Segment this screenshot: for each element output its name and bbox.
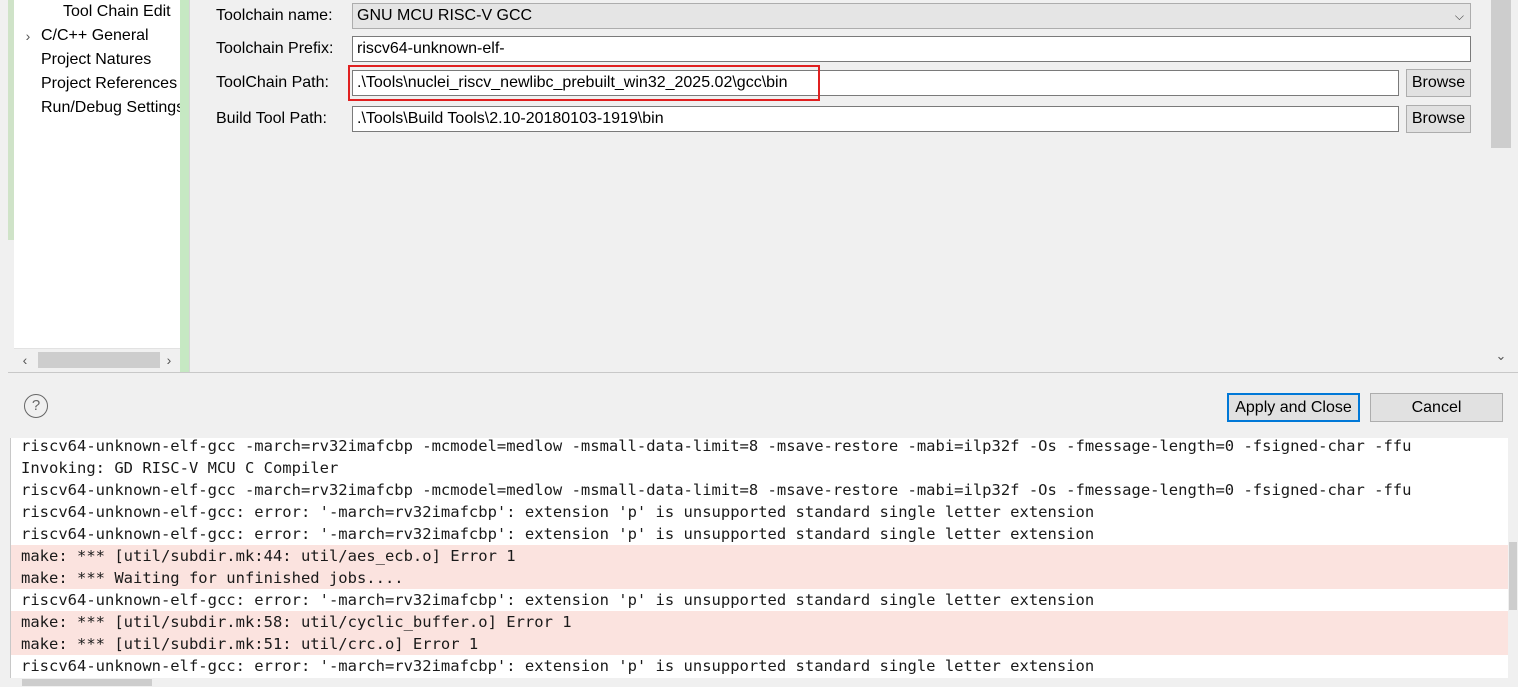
console-line: Invoking: GD RISC-V MCU C Compiler	[21, 459, 339, 477]
toolchain-name-select[interactable]: GNU MCU RISC-V GCC ⌵	[352, 3, 1471, 29]
toolchain-path-label: ToolChain Path:	[216, 74, 329, 91]
help-icon[interactable]: ?	[24, 394, 48, 418]
console-vertical-scrollbar[interactable]	[1508, 438, 1518, 678]
scroll-right-icon[interactable]: ›	[160, 349, 178, 371]
console-error-line: make: *** [util/subdir.mk:44: util/aes_e…	[11, 545, 1508, 567]
console-horizontal-scrollbar[interactable]	[10, 678, 1518, 687]
console-line: riscv64-unknown-elf-gcc: error: '-march=…	[21, 503, 1095, 521]
left-edge-strip	[0, 0, 14, 372]
console-line: riscv64-unknown-elf-gcc -march=rv32imafc…	[21, 438, 1412, 455]
console-line: riscv64-unknown-elf-gcc: error: '-march=…	[21, 591, 1095, 609]
toolchain-prefix-label: Toolchain Prefix:	[216, 40, 334, 57]
nav-item-run-debug-settings[interactable]: Run/Debug Settings	[41, 97, 180, 119]
scroll-left-icon[interactable]: ‹	[16, 349, 34, 371]
nav-scroll-thumb[interactable]	[38, 352, 160, 368]
nav-horizontal-scrollbar[interactable]: ‹ ›	[14, 348, 180, 370]
console-scroll-thumb[interactable]	[1509, 542, 1517, 610]
build-console-output[interactable]: riscv64-unknown-elf-gcc -march=rv32imafc…	[10, 438, 1508, 678]
form-scroll-thumb[interactable]	[1491, 0, 1511, 148]
properties-nav-tree[interactable]: Tool Chain Edit › C/C++ General Project …	[14, 0, 180, 348]
nav-item-project-natures[interactable]: Project Natures	[41, 49, 151, 71]
console-error-line: make: *** [util/subdir.mk:51: util/crc.o…	[11, 633, 1508, 655]
build-tool-path-input[interactable]: .\Tools\Build Tools\2.10-20180103-1919\b…	[352, 106, 1399, 132]
nav-item-tool-chain-editor[interactable]: Tool Chain Edit	[63, 1, 171, 23]
toolchain-path-input[interactable]: .\Tools\nuclei_riscv_newlibc_prebuilt_wi…	[352, 70, 1399, 96]
console-hscroll-thumb[interactable]	[22, 679, 152, 686]
dialog-button-bar: ? Apply and Close Cancel	[8, 372, 1518, 438]
toolchain-name-label: Toolchain name:	[216, 7, 333, 24]
console-line: riscv64-unknown-elf-gcc: error: '-march=…	[21, 657, 1095, 675]
cancel-button[interactable]: Cancel	[1370, 393, 1503, 422]
console-error-line: make: *** [util/subdir.mk:58: util/cycli…	[11, 611, 1508, 633]
nav-item-cpp-general[interactable]: C/C++ General	[41, 25, 149, 47]
chevron-right-icon[interactable]: ›	[22, 25, 34, 47]
toolchain-settings-form: Toolchain name: GNU MCU RISC-V GCC ⌵ Too…	[191, 0, 1491, 372]
nav-item-project-references[interactable]: Project References	[41, 73, 177, 95]
console-line: riscv64-unknown-elf-gcc: error: '-march=…	[21, 525, 1095, 543]
toolchain-prefix-input[interactable]: riscv64-unknown-elf-	[352, 36, 1471, 62]
build-tool-path-browse-button[interactable]: Browse	[1406, 105, 1471, 133]
form-vertical-scrollbar[interactable]: ⌄	[1491, 0, 1518, 372]
chevron-down-icon: ⌵	[1454, 9, 1464, 23]
console-error-line: make: *** Waiting for unfinished jobs...…	[11, 567, 1508, 589]
console-line: riscv64-unknown-elf-gcc -march=rv32imafc…	[21, 481, 1412, 499]
toolchain-name-value: GNU MCU RISC-V GCC	[357, 7, 533, 24]
apply-and-close-button[interactable]: Apply and Close	[1227, 393, 1360, 422]
build-tool-path-label: Build Tool Path:	[216, 110, 327, 127]
toolchain-path-browse-button[interactable]: Browse	[1406, 69, 1471, 97]
scroll-down-icon[interactable]: ⌄	[1491, 348, 1511, 364]
console-left-gutter	[0, 438, 10, 687]
panel-sash[interactable]	[180, 0, 190, 372]
